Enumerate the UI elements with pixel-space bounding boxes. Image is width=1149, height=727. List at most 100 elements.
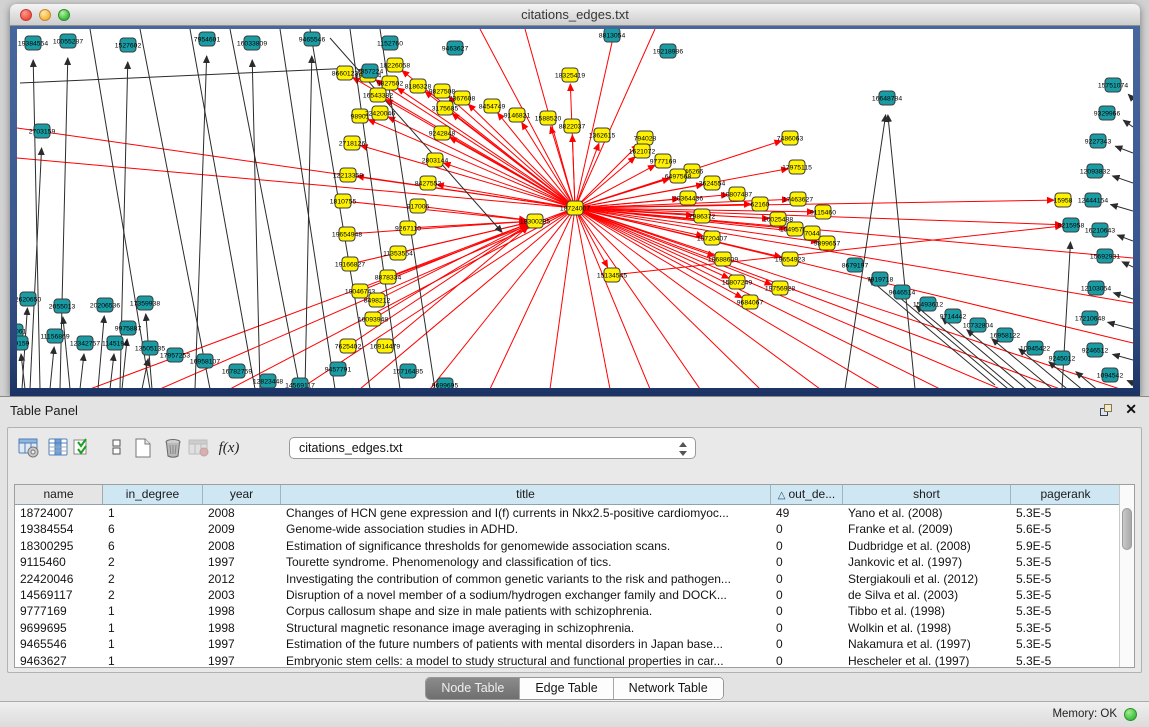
network-window-titlebar[interactable]: citations_edges.txt xyxy=(10,4,1140,26)
graph-edge[interactable] xyxy=(280,29,335,388)
column-header-outde[interactable]: △out_de... xyxy=(771,485,843,504)
new-file-icon[interactable] xyxy=(130,435,156,461)
graph-edge[interactable] xyxy=(845,115,886,388)
table-cell[interactable]: 1998 xyxy=(203,620,281,636)
table-cell[interactable]: Hescheler et al. (1997) xyxy=(843,653,1011,668)
graph-edge[interactable] xyxy=(98,316,104,388)
table-cell[interactable]: 2 xyxy=(103,571,203,587)
graph-edge[interactable] xyxy=(1108,322,1133,329)
graph-edge[interactable] xyxy=(575,208,610,388)
graph-edge[interactable] xyxy=(1123,120,1133,127)
table-cell[interactable]: Changes of HCN gene expression and I(f) … xyxy=(281,505,771,521)
table-cell[interactable]: 5.9E-5 xyxy=(1011,538,1121,554)
table-cell[interactable]: 9115460 xyxy=(15,554,103,570)
table-cell[interactable]: 0 xyxy=(771,587,843,603)
float-panel-icon[interactable] xyxy=(1100,404,1113,417)
table-cell[interactable]: 1997 xyxy=(203,554,281,570)
graph-edge[interactable] xyxy=(575,208,1133,303)
table-cell[interactable]: 0 xyxy=(771,554,843,570)
graph-edge[interactable] xyxy=(80,354,84,388)
table-row[interactable]: 1456911722003Disruption of a novel membe… xyxy=(15,587,1134,603)
graph-edge[interactable] xyxy=(1113,354,1133,360)
column-header-name[interactable]: name xyxy=(15,485,103,504)
column-header-title[interactable]: title xyxy=(281,485,771,504)
graph-edge[interactable] xyxy=(572,135,575,208)
graph-edge[interactable] xyxy=(368,120,575,208)
table-cell[interactable]: Tourette syndrome. Phenomenology and cla… xyxy=(281,554,771,570)
table-settings-icon[interactable] xyxy=(16,435,42,461)
table-cell[interactable]: 5.3E-5 xyxy=(1011,587,1121,603)
table-cell[interactable]: 0 xyxy=(771,571,843,587)
table-cell[interactable]: Wolkin et al. (1998) xyxy=(843,620,1011,636)
table-cell[interactable]: 2 xyxy=(103,554,203,570)
graph-edge[interactable] xyxy=(343,201,526,220)
table-cell[interactable]: 2003 xyxy=(203,587,281,603)
table-cell[interactable]: Tibbo et al. (1998) xyxy=(843,603,1011,619)
table-cell[interactable]: 0 xyxy=(771,636,843,652)
table-cell[interactable]: 6 xyxy=(103,538,203,554)
delete-table-icon[interactable] xyxy=(186,435,212,461)
graph-edge[interactable] xyxy=(418,206,526,220)
table-cell[interactable]: 5.3E-5 xyxy=(1011,636,1121,652)
table-cell[interactable]: 14569117 xyxy=(15,587,103,603)
tab-network-table[interactable]: Network Table xyxy=(614,678,723,699)
table-cell[interactable]: Franke et al. (2009) xyxy=(843,521,1011,537)
table-row[interactable]: 1830029562008Estimation of significance … xyxy=(15,538,1134,554)
graph-edge[interactable] xyxy=(575,208,880,388)
table-cell[interactable]: 9699695 xyxy=(15,620,103,636)
table-cell[interactable]: 0 xyxy=(771,603,843,619)
table-cell[interactable]: Stergiakouli et al. (2012) xyxy=(843,571,1011,587)
table-cell[interactable]: 19384554 xyxy=(15,521,103,537)
graph-edge[interactable] xyxy=(20,68,346,83)
table-row[interactable]: 977716911998Corpus callosum shape and si… xyxy=(15,603,1134,619)
table-row[interactable]: 911546021997Tourette syndrome. Phenomeno… xyxy=(15,554,1134,570)
graph-edge[interactable] xyxy=(575,29,655,208)
graph-edge[interactable] xyxy=(575,208,1133,258)
table-cell[interactable]: Investigating the contribution of common… xyxy=(281,571,771,587)
vertical-scrollbar[interactable] xyxy=(1119,485,1134,667)
table-cell[interactable]: 5.5E-5 xyxy=(1011,571,1121,587)
table-row[interactable]: 1938455462009Genome-wide association stu… xyxy=(15,521,1134,537)
graph-edge[interactable] xyxy=(1128,94,1133,99)
network-canvas[interactable]: 1872400718300295866012389129541822605898… xyxy=(17,29,1133,388)
table-cell[interactable]: Structural magnetic resonance image aver… xyxy=(281,620,771,636)
column-header-pagerank[interactable]: pagerank xyxy=(1011,485,1121,504)
table-cell[interactable]: 5.3E-5 xyxy=(1011,554,1121,570)
graph-edge[interactable] xyxy=(1122,262,1133,267)
tab-node-table[interactable]: Node Table xyxy=(426,678,520,699)
table-cell[interactable]: 5.6E-5 xyxy=(1011,521,1121,537)
graph-edge[interactable] xyxy=(1114,293,1133,299)
scrollbar-thumb[interactable] xyxy=(1122,508,1132,550)
graph-edge[interactable] xyxy=(195,56,207,388)
table-cell[interactable]: 18724007 xyxy=(15,505,103,521)
graph-edge[interactable] xyxy=(17,158,575,208)
table-cell[interactable]: 2008 xyxy=(203,505,281,521)
table-cell[interactable]: 0 xyxy=(771,620,843,636)
table-row[interactable]: 946554611997Estimation of the future num… xyxy=(15,636,1134,652)
table-cell[interactable]: 1 xyxy=(103,603,203,619)
table-cell[interactable]: 1 xyxy=(103,653,203,668)
table-cell[interactable]: 5.3E-5 xyxy=(1011,603,1121,619)
graph-edge[interactable] xyxy=(305,56,312,388)
table-cell[interactable]: 2009 xyxy=(203,521,281,537)
graph-edge[interactable] xyxy=(63,317,70,388)
table-cell[interactable]: Embryonic stem cells: a model to study s… xyxy=(281,653,771,668)
table-cell[interactable]: 1998 xyxy=(203,603,281,619)
select-column-icon[interactable] xyxy=(46,435,72,461)
graph-edge[interactable] xyxy=(1127,381,1133,383)
table-cell[interactable]: 6 xyxy=(103,521,203,537)
column-header-year[interactable]: year xyxy=(203,485,281,504)
table-cell[interactable]: Dudbridge et al. (2008) xyxy=(843,538,1011,554)
table-cell[interactable]: 5.3E-5 xyxy=(1011,620,1121,636)
table-select-combobox[interactable]: citations_edges.txt xyxy=(289,437,696,459)
table-cell[interactable]: Genome-wide association studies in ADHD. xyxy=(281,521,771,537)
trash-icon[interactable] xyxy=(160,435,186,461)
table-cell[interactable]: 1997 xyxy=(203,636,281,652)
close-panel-icon[interactable]: ✕ xyxy=(1125,402,1137,416)
table-cell[interactable]: 0 xyxy=(771,521,843,537)
table-cell[interactable]: 2 xyxy=(103,587,203,603)
table-cell[interactable]: 0 xyxy=(771,538,843,554)
graph-edge[interactable] xyxy=(1111,205,1133,211)
table-row[interactable]: 946362711997Embryonic stem cells: a mode… xyxy=(15,653,1134,668)
graph-edge[interactable] xyxy=(50,347,54,388)
